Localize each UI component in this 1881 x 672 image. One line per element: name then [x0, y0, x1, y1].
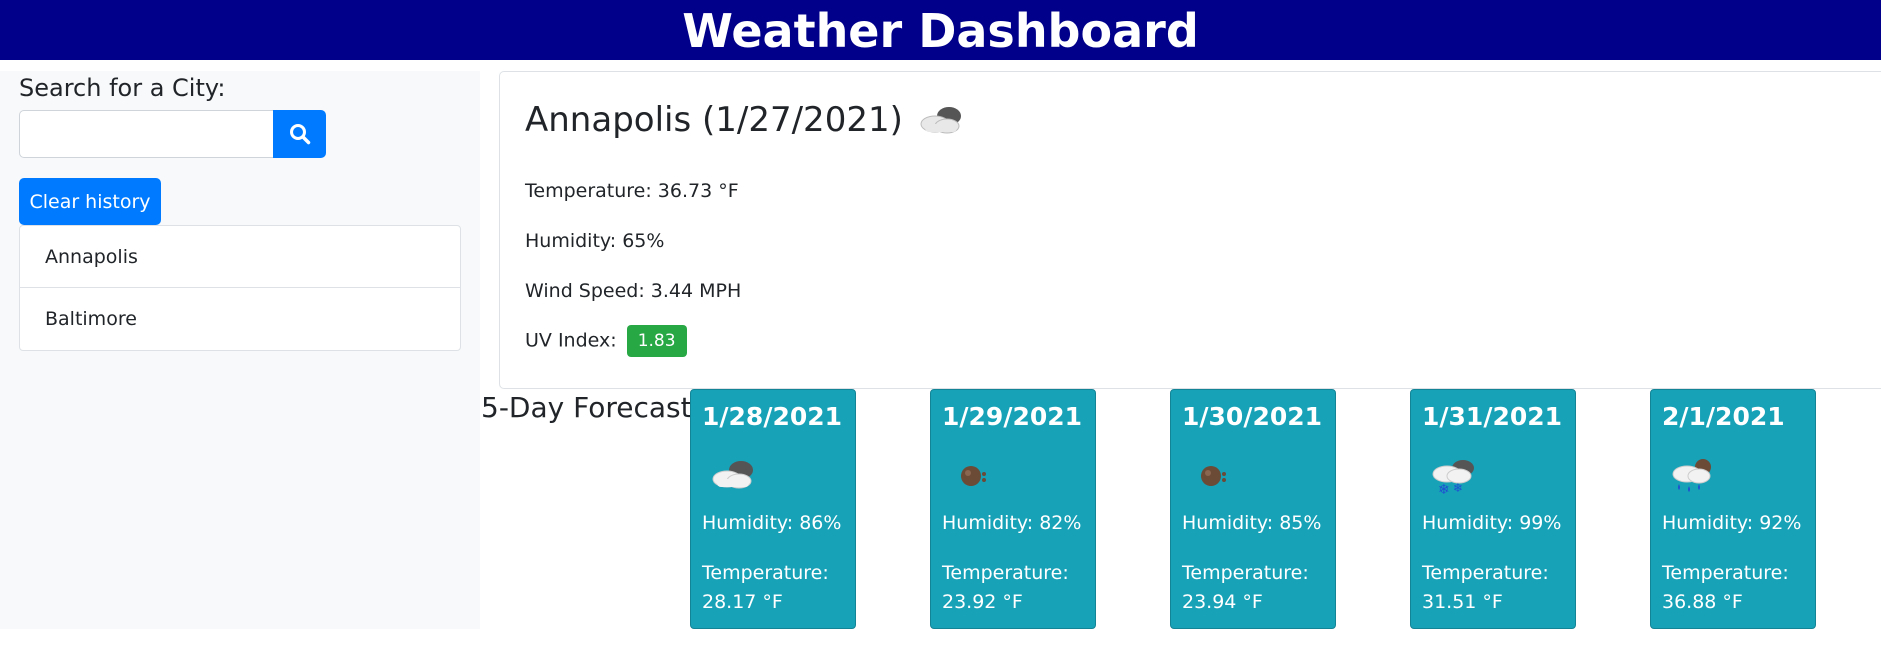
page-header: Weather Dashboard [0, 0, 1881, 60]
forecast-temp-label: Temperature: [702, 562, 829, 584]
forecast-temperature: 36.88 °F [1662, 591, 1743, 613]
forecast-temp-label: Temperature: [1182, 562, 1309, 584]
forecast-humidity: Humidity: 85% [1182, 512, 1322, 534]
forecast-date: 2/1/2021 [1662, 402, 1785, 431]
forecast-date: 1/28/2021 [702, 402, 843, 431]
moon-icon [961, 466, 986, 486]
snow-icon: ❄ ❄ [1432, 460, 1474, 496]
search-icon [289, 124, 310, 145]
rain-icon [1672, 459, 1711, 492]
forecast-humidity: Humidity: 99% [1422, 512, 1562, 534]
forecast-date: 1/29/2021 [942, 402, 1083, 431]
moon-icon [1201, 466, 1226, 486]
forecast-date: 1/31/2021 [1422, 402, 1563, 431]
history-item[interactable]: Baltimore [20, 288, 460, 350]
forecast-card: 2/1/2021 Humidity: 92% Temperature: 36.8… [1650, 389, 1816, 629]
forecast-temp-label: Temperature: [1422, 562, 1549, 584]
forecast-humidity: Humidity: 86% [702, 512, 842, 534]
history-item[interactable]: Annapolis [20, 226, 460, 288]
search-button[interactable] [273, 110, 326, 158]
svg-text:❄: ❄ [1438, 482, 1450, 496]
forecast-humidity: Humidity: 82% [942, 512, 1082, 534]
svg-text:❄: ❄ [1453, 481, 1463, 495]
current-wind-speed: Wind Speed: 3.44 MPH [525, 280, 742, 302]
uv-label: UV Index: [525, 329, 617, 352]
forecast-temperature: 28.17 °F [702, 591, 783, 613]
current-uv: UV Index: 1.83 [525, 325, 687, 357]
forecast-humidity: Humidity: 92% [1662, 512, 1802, 534]
clear-history-button[interactable]: Clear history [19, 178, 161, 225]
page-title: Weather Dashboard [682, 4, 1199, 58]
forecast-card: 1/30/2021 Humidity: 85% Temperature: 23.… [1170, 389, 1336, 629]
current-weather-title: Annapolis (1/27/2021) [525, 100, 969, 140]
forecast-temperature: 23.94 °F [1182, 591, 1263, 613]
forecast-card: 1/31/2021 ❄ ❄ Humidity: 99% Temperature:… [1410, 389, 1576, 629]
forecast-temperature: 31.51 °F [1422, 591, 1503, 613]
forecast-temp-label: Temperature: [942, 562, 1069, 584]
forecast-card: 1/28/2021 Humidity: 86% Temperature: 28.… [690, 389, 856, 629]
uv-index-badge: 1.83 [626, 325, 687, 357]
forecast-temperature: 23.92 °F [942, 591, 1023, 613]
forecast-label: 5-Day Forecast: [481, 391, 702, 424]
current-temperature: Temperature: 36.73 °F [525, 180, 739, 202]
current-humidity: Humidity: 65% [525, 230, 665, 252]
forecast-date: 1/30/2021 [1182, 402, 1323, 431]
search-label: Search for a City: [19, 74, 226, 102]
city-search-input[interactable] [19, 110, 274, 158]
search-history-list: Annapolis Baltimore [19, 225, 461, 351]
current-city-date: Annapolis (1/27/2021) [525, 100, 903, 140]
cloudy-icon [920, 107, 961, 134]
cloudy-icon [712, 461, 753, 489]
forecast-temp-label: Temperature: [1662, 562, 1789, 584]
forecast-card: 1/29/2021 Humidity: 82% Temperature: 23.… [930, 389, 1096, 629]
